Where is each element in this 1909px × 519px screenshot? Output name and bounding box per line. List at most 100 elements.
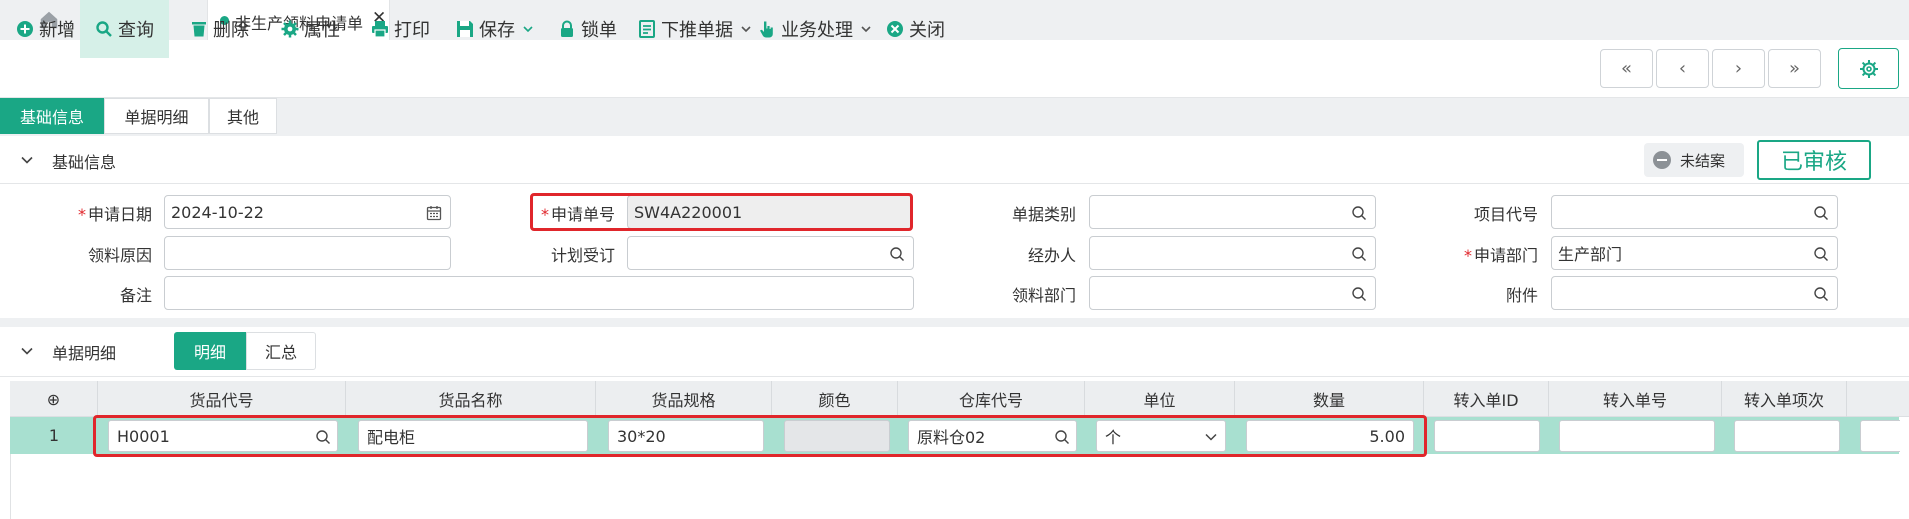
prev-record-button[interactable]: ‹ — [1656, 49, 1709, 88]
query-button[interactable]: 查询 — [80, 0, 169, 58]
apply-dept-field[interactable]: 生产部门 — [1551, 236, 1838, 270]
pick-dept-label: 领料部门 — [1011, 286, 1076, 305]
gear-icon — [1859, 59, 1878, 78]
col-header-warehouse: 仓库代号 — [898, 381, 1085, 417]
tab-basic-info[interactable]: 基础信息 — [0, 98, 104, 134]
business-process-label: 业务处理 — [781, 20, 853, 41]
close-label: 关闭 — [909, 20, 945, 41]
first-record-button[interactable]: « — [1600, 49, 1653, 88]
tab-document-detail[interactable]: 单据明细 — [104, 98, 209, 134]
toggle-summary[interactable]: 汇总 — [246, 332, 316, 370]
apply-date-field[interactable]: 2024-10-22 — [164, 195, 451, 229]
lock-label: 锁单 — [581, 20, 617, 41]
col-header-qty: 数量 — [1235, 381, 1424, 417]
push-down-button[interactable]: 下推单据 — [638, 0, 751, 58]
doc-type-label: 单据类别 — [1011, 205, 1076, 224]
approved-stamp: 已审核 — [1757, 140, 1871, 180]
print-label: 打印 — [394, 20, 430, 41]
lock-button[interactable]: 锁单 — [558, 0, 617, 58]
search-icon[interactable] — [1351, 286, 1367, 302]
delete-button[interactable]: 删除 — [190, 0, 249, 58]
section-divider — [0, 318, 1909, 327]
handler-field[interactable] — [1089, 236, 1376, 270]
attachment-field[interactable] — [1551, 276, 1838, 310]
row-number: 1 — [48, 426, 60, 445]
search-icon[interactable] — [1813, 286, 1829, 302]
col-header-in-id: 转入单ID — [1424, 381, 1549, 417]
new-button[interactable]: 新增 — [16, 0, 75, 58]
basic-info-title: 基础信息 — [52, 153, 117, 172]
search-icon[interactable] — [1813, 246, 1829, 262]
col-header-in-item: 转入单项次 — [1722, 381, 1847, 417]
printer-icon — [372, 21, 388, 38]
highlight-box-apply-no — [530, 193, 913, 231]
lock-icon — [561, 20, 573, 37]
col-header-in-no: 转入单号 — [1549, 381, 1722, 417]
apply-date-label: * 申请日期 — [77, 205, 152, 224]
properties-label: 属性 — [304, 20, 340, 41]
search-icon[interactable] — [1351, 205, 1367, 221]
search-icon[interactable] — [1813, 205, 1829, 221]
cell-in-id[interactable] — [1434, 420, 1540, 452]
close-circle-icon — [887, 21, 903, 37]
col-header-name: 货品名称 — [346, 381, 596, 417]
reason-field[interactable] — [164, 236, 451, 270]
pick-dept-field[interactable] — [1089, 276, 1376, 310]
search-icon[interactable] — [1351, 246, 1367, 262]
cell-in-item[interactable] — [1734, 420, 1840, 452]
print-button[interactable]: 打印 — [371, 0, 430, 58]
handler-label: 经办人 — [1027, 246, 1076, 265]
remark-field[interactable] — [164, 276, 914, 310]
col-header-spec: 货品规格 — [596, 381, 772, 417]
tab-other[interactable]: 其他 — [209, 98, 277, 134]
query-label: 查询 — [118, 20, 154, 41]
push-down-label: 下推单据 — [661, 20, 733, 41]
plan-order-label: 计划受订 — [550, 246, 615, 265]
chevron-down-icon — [523, 26, 533, 33]
toggle-detail[interactable]: 明细 — [174, 332, 246, 370]
cell-overflow — [1860, 420, 1900, 452]
gear-icon — [281, 20, 299, 38]
plan-order-field[interactable] — [627, 236, 914, 270]
add-row-icon[interactable]: ⊕ — [10, 381, 98, 417]
search-icon[interactable] — [889, 246, 905, 262]
sub-tab-bar — [0, 98, 1909, 136]
search-icon — [96, 21, 112, 37]
apply-dept-label: * 申请部门 — [1463, 246, 1538, 265]
chevron-down-icon — [861, 26, 871, 33]
business-process-button[interactable]: 业务处理 — [758, 0, 871, 58]
highlight-box-detail-row — [93, 415, 1427, 457]
basic-info-section-header[interactable]: 基础信息 — [0, 136, 1909, 184]
detail-title: 单据明细 — [52, 344, 117, 363]
remark-label: 备注 — [119, 286, 152, 305]
document-list-icon — [639, 20, 655, 38]
minus-circle-icon — [1653, 151, 1671, 169]
last-record-button[interactable]: » — [1768, 49, 1821, 88]
col-header-unit: 单位 — [1085, 381, 1235, 417]
close-button[interactable]: 关闭 — [886, 0, 945, 58]
status-text: 未结案 — [1680, 151, 1726, 170]
delete-label: 删除 — [213, 20, 249, 41]
reason-label: 领料原因 — [87, 246, 152, 265]
save-button[interactable]: 保存 — [456, 0, 533, 58]
settings-button[interactable] — [1838, 48, 1899, 89]
cell-in-no[interactable] — [1559, 420, 1715, 452]
new-label: 新增 — [39, 20, 75, 41]
col-header-code: 货品代号 — [98, 381, 346, 417]
floppy-disk-icon — [457, 21, 473, 37]
calendar-icon[interactable] — [426, 205, 442, 221]
attachment-label: 附件 — [1505, 286, 1538, 305]
chevron-down-icon — [741, 26, 751, 33]
chevron-down-icon[interactable] — [20, 344, 34, 358]
next-record-button[interactable]: › — [1712, 49, 1765, 88]
properties-button[interactable]: 属性 — [281, 0, 340, 58]
status-badge: 未结案 — [1644, 143, 1744, 177]
project-code-label: 项目代号 — [1473, 205, 1538, 224]
trash-icon — [192, 22, 206, 37]
col-header-color: 颜色 — [772, 381, 898, 417]
doc-type-field[interactable] — [1089, 195, 1376, 229]
save-label: 保存 — [479, 20, 515, 41]
chevron-down-icon[interactable] — [20, 153, 34, 167]
plus-circle-icon — [17, 21, 33, 37]
project-code-field[interactable] — [1551, 195, 1838, 229]
